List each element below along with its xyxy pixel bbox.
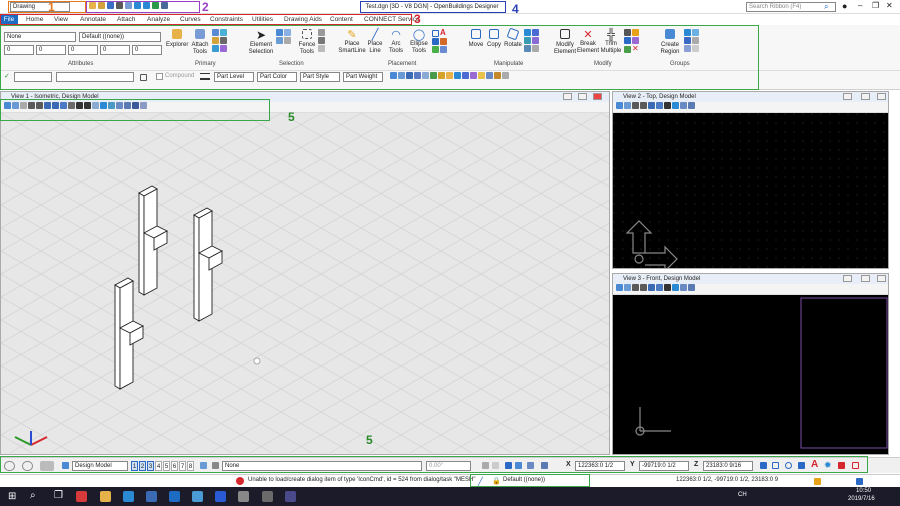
view-2-canvas[interactable] [613, 113, 888, 268]
annotation-box-ribbon [0, 25, 759, 90]
view-2[interactable]: View 2 - Top, Design Model [612, 91, 889, 269]
view-2-rotate-icon[interactable] [656, 102, 663, 109]
annotation-box-view-control [0, 456, 868, 473]
view-center-point [253, 357, 261, 365]
close-icon[interactable]: ✕ [886, 1, 893, 10]
app-icon-4[interactable] [238, 491, 249, 502]
view-3-header: View 3 - Front, Design Model [613, 274, 888, 284]
view-2-header: View 2 - Top, Design Model [613, 92, 888, 102]
view-3-standard-views-icon[interactable] [688, 284, 695, 291]
view-2-camera-icon[interactable] [680, 102, 687, 109]
search-icon[interactable]: ⌕ [824, 2, 828, 12]
status-message: Unable to load/create dialog item of typ… [248, 477, 476, 483]
annotation-number-1: 1 [48, 0, 55, 14]
file-explorer-icon[interactable] [100, 491, 111, 502]
view-2-clip-icon[interactable] [672, 102, 679, 109]
annotation-number-5-bottom: 5 [366, 433, 373, 447]
view-2-zoom-in-icon[interactable] [632, 102, 639, 109]
view-2-zoom-out-icon[interactable] [640, 102, 647, 109]
view-2-previous-icon[interactable] [664, 102, 671, 109]
view-3-fit-icon[interactable] [648, 284, 655, 291]
view-3-zoom-out-icon[interactable] [640, 284, 647, 291]
minimize-icon[interactable]: – [858, 1, 862, 10]
view-3[interactable]: View 3 - Front, Design Model [612, 273, 889, 455]
view-3-clip-icon[interactable] [672, 284, 679, 291]
annotation-box-tabs [0, 14, 412, 25]
annotation-number-2: 2 [202, 0, 209, 14]
annotation-number-3: 3 [414, 12, 421, 26]
front-view-boundary [800, 297, 888, 449]
front-view-axis [635, 407, 671, 436]
openbuildings-app-icon[interactable] [123, 491, 134, 502]
annotation-box-title [360, 1, 506, 13]
outlook-icon[interactable] [169, 491, 180, 502]
view-minimize-icon[interactable] [563, 93, 572, 100]
user-icon[interactable]: ● [842, 1, 847, 11]
clock-time[interactable]: 10:50 [856, 488, 871, 494]
view-3-close-icon[interactable] [877, 275, 886, 282]
error-icon [236, 477, 244, 485]
help-icon[interactable] [856, 478, 863, 485]
view-2-standard-views-icon[interactable] [688, 102, 695, 109]
view-2-title: View 2 - Top, Design Model [623, 94, 696, 100]
view-3-zoom-in-icon[interactable] [632, 284, 639, 291]
word-icon[interactable] [215, 491, 226, 502]
task-view-icon[interactable]: ❐ [54, 490, 63, 501]
view-2-toolbar [613, 102, 888, 113]
input-language[interactable]: CH [738, 492, 747, 498]
view-3-minimize-icon[interactable] [843, 275, 852, 282]
annotation-box-status-tools [470, 474, 590, 487]
isometric-grid [1, 113, 609, 453]
taskbar: ⊞ ⌕ ❐ CH 10:50 2019/7/16 [0, 487, 900, 506]
app-icon-2[interactable] [146, 491, 157, 502]
top-view-grid [613, 113, 888, 268]
view-2-close-icon[interactable] [877, 93, 886, 100]
status-coordinates: 122363:0 1/2, -99719:0 1/2, 23183:0 9 [676, 477, 779, 483]
ribbon-search-input[interactable]: Search Ribbon (F4) [746, 2, 836, 12]
view-2-attributes-icon[interactable] [616, 102, 623, 109]
view-close-icon[interactable] [593, 93, 602, 100]
browser-icon[interactable] [76, 491, 87, 502]
app-icon-3[interactable] [192, 491, 203, 502]
view-3-restore-icon[interactable] [861, 275, 870, 282]
view-3-title: View 3 - Front, Design Model [623, 276, 701, 282]
view-restore-icon[interactable] [578, 93, 587, 100]
view-2-minimize-icon[interactable] [843, 93, 852, 100]
notification-icon[interactable] [814, 478, 821, 485]
status-bar: Unable to load/create dialog item of typ… [0, 474, 900, 487]
annotation-number-4: 4 [512, 2, 519, 16]
app-icon-5[interactable] [262, 491, 273, 502]
restore-icon[interactable]: ❐ [872, 1, 879, 10]
view-3-camera-icon[interactable] [680, 284, 687, 291]
view-3-rotate-icon[interactable] [656, 284, 663, 291]
annotation-box-view-toolbar [0, 99, 270, 121]
view-1[interactable]: View 1 - Isometric, Design Model [0, 91, 610, 455]
view-3-canvas[interactable] [613, 295, 888, 454]
windows-start-icon[interactable]: ⊞ [8, 491, 16, 502]
view-2-fit-icon[interactable] [648, 102, 655, 109]
view-3-display-icon[interactable] [624, 284, 631, 291]
search-taskbar-icon[interactable]: ⌕ [30, 490, 36, 501]
view-3-attributes-icon[interactable] [616, 284, 623, 291]
clock-date[interactable]: 2019/7/16 [848, 496, 875, 502]
app-icon-6[interactable] [285, 491, 296, 502]
annotation-box-quick-access [86, 1, 200, 13]
view-1-canvas[interactable] [1, 113, 609, 453]
view-3-previous-icon[interactable] [664, 284, 671, 291]
annotation-number-5-top: 5 [288, 110, 295, 124]
view-3-toolbar [613, 284, 888, 295]
view-2-restore-icon[interactable] [861, 93, 870, 100]
view-2-display-icon[interactable] [624, 102, 631, 109]
annotation-box-workflow [8, 1, 86, 13]
